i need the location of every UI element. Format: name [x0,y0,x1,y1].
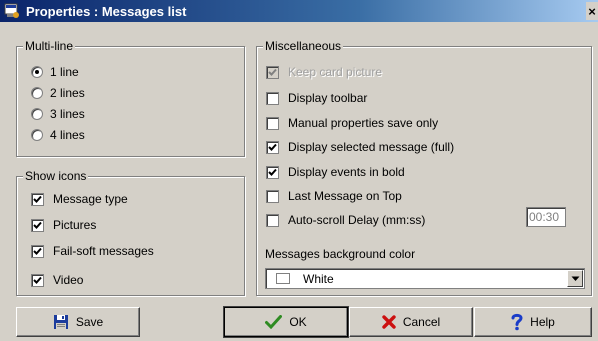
check-mark-icon [268,168,277,176]
checkbox-events-bold[interactable]: Display events in bold [266,164,405,180]
checkbox-display-toolbar[interactable]: Display toolbar [266,90,367,106]
checkbox[interactable] [266,91,279,105]
save-button[interactable]: Save [16,307,140,337]
radio-1-line[interactable]: 1 line [31,64,79,80]
checkbox-auto-scroll[interactable]: Auto-scroll Delay (mm:ss) [266,212,425,228]
checkbox-pictures[interactable]: Pictures [31,217,96,233]
misc-group-label: Miscellaneous [263,39,344,53]
checkbox[interactable] [31,192,44,206]
radio-button[interactable] [31,129,43,141]
ok-button-label: OK [289,315,307,329]
window-title: Properties : Messages list [26,3,187,19]
checkbox-label: Fail-soft messages [53,244,154,258]
radio-button[interactable] [31,108,43,120]
radio-3-lines[interactable]: 3 lines [31,106,85,122]
checkbox[interactable] [266,189,279,203]
bg-color-value: White [303,271,334,286]
checkbox-label: Video [53,273,84,287]
save-button-label: Save [75,315,104,329]
checkbox-video[interactable]: Video [31,272,83,288]
checkbox-label: Display events in bold [288,165,405,179]
close-button[interactable]: × [586,2,598,20]
bg-color-select[interactable]: White [265,268,585,289]
radio-button[interactable] [31,66,43,78]
radio-label: 4 lines [50,128,85,142]
title-bar: Properties : Messages list × [0,0,598,22]
check-mark-icon [268,143,277,151]
checkbox[interactable] [31,273,44,287]
auto-scroll-delay-input[interactable]: 00:30 [526,207,566,227]
checkbox-label: Auto-scroll Delay (mm:ss) [288,213,426,227]
check-mark-icon [265,315,283,329]
checkbox-label: Display toolbar [288,91,368,105]
check-mark-icon [33,195,42,203]
chevron-down-icon[interactable] [567,270,583,287]
question-mark-icon [511,313,523,331]
multiline-group-label: Multi-line [23,39,76,53]
help-button[interactable]: Help [474,307,592,337]
checkbox-fail-soft[interactable]: Fail-soft messages [31,243,154,259]
check-mark-icon [33,276,42,284]
checkbox[interactable] [31,218,44,232]
checkbox-last-message-top[interactable]: Last Message on Top [266,188,402,204]
show-icons-group-label: Show icons [23,169,89,183]
bg-color-label: Messages background color [265,247,416,261]
red-x-icon [382,315,396,329]
checkbox-label: Last Message on Top [288,189,402,203]
check-mark-icon [33,247,42,255]
radio-2-lines[interactable]: 2 lines [31,85,85,101]
checkbox-label: Manual properties save only [288,116,439,130]
properties-dialog: Properties : Messages list × Multi-line … [0,0,598,341]
app-window-icon [4,3,20,19]
checkbox[interactable] [266,116,279,130]
checkbox-keep-card-picture[interactable]: Keep card picture [266,64,382,80]
checkbox-label: Keep card picture [288,65,383,79]
checkbox[interactable] [266,140,279,154]
floppy-disk-icon [53,314,69,330]
checkbox-display-selected-full[interactable]: Display selected message (full) [266,139,454,155]
checkbox-label: Pictures [53,218,97,232]
radio-4-lines[interactable]: 4 lines [31,127,85,143]
checkbox-message-type[interactable]: Message type [31,191,128,207]
radio-label: 1 line [50,65,79,79]
ok-button[interactable]: OK [223,306,349,338]
help-button-label: Help [530,315,555,329]
check-mark-icon [268,68,277,76]
color-swatch [276,273,290,284]
check-mark-icon [33,221,42,229]
checkbox-manual-save[interactable]: Manual properties save only [266,115,438,131]
cancel-button[interactable]: Cancel [349,307,473,337]
radio-label: 2 lines [50,86,85,100]
checkbox[interactable] [266,213,279,227]
checkbox[interactable] [266,65,279,79]
radio-button[interactable] [31,87,43,99]
checkbox-label: Display selected message (full) [288,140,455,154]
checkbox-label: Message type [53,192,128,206]
cancel-button-label: Cancel [402,315,441,329]
radio-label: 3 lines [50,107,85,121]
checkbox[interactable] [31,244,44,258]
checkbox[interactable] [266,165,279,179]
